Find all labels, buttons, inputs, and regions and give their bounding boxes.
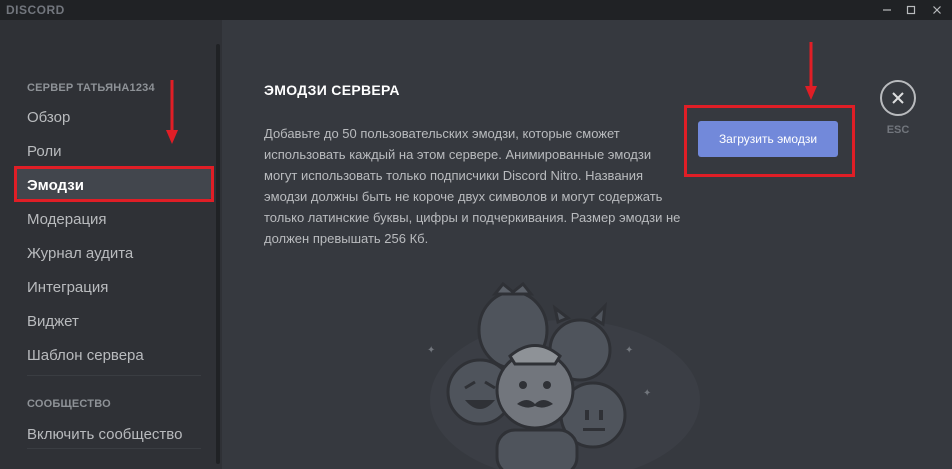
sidebar-section-server: СЕРВЕР ТАТЬЯНА1234 (27, 82, 155, 94)
maximize-icon (906, 5, 916, 15)
sidebar-item-integrations[interactable]: Интеграция (27, 277, 108, 299)
close-settings-button[interactable] (880, 80, 916, 116)
sidebar-item-audit-log[interactable]: Журнал аудита (27, 243, 133, 265)
svg-text:✦: ✦ (643, 388, 651, 399)
app-brand: DISCORD (6, 3, 65, 17)
minimize-icon (883, 9, 891, 11)
close-icon (933, 6, 941, 14)
sidebar-item-widget[interactable]: Виджет (27, 311, 79, 333)
close-icon (892, 92, 904, 104)
sidebar-section-community: СООБЩЕСТВО (27, 398, 111, 410)
page-title: ЭМОДЗИ СЕРВЕРА (264, 82, 400, 98)
minimize-button[interactable] (874, 0, 900, 20)
sidebar-item-roles[interactable]: Роли (27, 141, 62, 163)
sidebar-divider-bottom (27, 448, 201, 449)
sidebar-item-moderation[interactable]: Модерация (27, 209, 107, 231)
window-close-button[interactable] (924, 0, 950, 20)
arrow-down-icon (805, 42, 817, 100)
maximize-button[interactable] (898, 0, 924, 20)
sidebar-item-overview[interactable]: Обзор (27, 107, 70, 129)
emoji-description: Добавьте до 50 пользовательских эмодзи, … (264, 126, 681, 246)
sidebar-divider (27, 375, 201, 376)
title-bar: DISCORD (0, 0, 952, 20)
annotation-highlight-emoji-tab (14, 166, 214, 202)
annotation-highlight-upload-button (684, 105, 855, 177)
svg-text:✦: ✦ (427, 345, 435, 356)
sidebar-item-enable-community[interactable]: Включить сообщество (27, 424, 182, 446)
sidebar-scrollbar[interactable] (216, 44, 220, 464)
sidebar-item-server-template[interactable]: Шаблон сервера (27, 345, 144, 367)
emoji-illustration: ✦ ✦ ✦ (427, 281, 700, 469)
esc-label: ESC (886, 124, 910, 136)
arrow-down-icon (166, 80, 178, 144)
svg-text:✦: ✦ (625, 345, 633, 356)
